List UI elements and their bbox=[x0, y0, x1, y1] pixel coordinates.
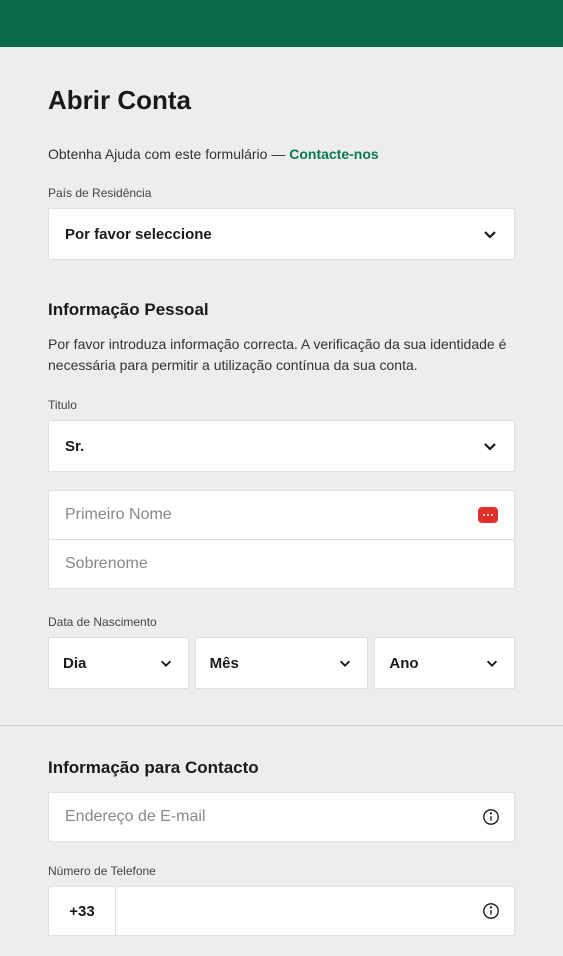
first-name-field-wrapper bbox=[48, 490, 515, 540]
last-name-field-wrapper bbox=[48, 539, 515, 589]
dob-month-value: Mês bbox=[210, 655, 239, 672]
chevron-down-icon bbox=[484, 655, 500, 671]
title-select-value: Sr. bbox=[65, 438, 84, 455]
contact-info-heading: Informação para Contacto bbox=[48, 758, 515, 778]
last-name-input[interactable] bbox=[65, 540, 498, 588]
title-select[interactable]: Sr. bbox=[48, 420, 515, 472]
info-icon[interactable] bbox=[482, 902, 500, 920]
contact-us-link[interactable]: Contacte-nos bbox=[289, 146, 378, 162]
top-header-bar bbox=[0, 0, 563, 47]
dob-label: Data de Nascimento bbox=[48, 615, 515, 629]
dob-year-select[interactable]: Ano bbox=[374, 637, 515, 689]
chevron-down-icon bbox=[337, 655, 353, 671]
phone-country-code[interactable]: +33 bbox=[48, 886, 116, 936]
password-manager-icon[interactable] bbox=[478, 507, 498, 523]
phone-field-wrapper bbox=[116, 886, 515, 936]
chevron-down-icon bbox=[158, 655, 174, 671]
email-field-wrapper bbox=[48, 792, 515, 842]
phone-label: Número de Telefone bbox=[48, 864, 515, 878]
help-text: Obtenha Ajuda com este formulário — Cont… bbox=[48, 146, 515, 162]
country-select[interactable]: Por favor seleccione bbox=[48, 208, 515, 260]
section-divider bbox=[0, 725, 563, 726]
dob-year-value: Ano bbox=[389, 655, 418, 672]
help-prefix: Obtenha Ajuda com este formulário — bbox=[48, 146, 289, 162]
dob-month-select[interactable]: Mês bbox=[195, 637, 369, 689]
chevron-down-icon bbox=[482, 438, 498, 454]
country-select-value: Por favor seleccione bbox=[65, 226, 212, 243]
personal-info-desc: Por favor introduza informação correcta.… bbox=[48, 334, 515, 376]
info-icon[interactable] bbox=[482, 808, 500, 826]
chevron-down-icon bbox=[482, 226, 498, 242]
title-label: Titulo bbox=[48, 398, 515, 412]
email-input[interactable] bbox=[65, 793, 482, 841]
first-name-input[interactable] bbox=[65, 491, 478, 539]
dob-day-value: Dia bbox=[63, 655, 86, 672]
personal-info-heading: Informação Pessoal bbox=[48, 300, 515, 320]
phone-input[interactable] bbox=[132, 887, 482, 935]
country-label: País de Residência bbox=[48, 186, 515, 200]
page-title: Abrir Conta bbox=[48, 85, 515, 116]
dob-day-select[interactable]: Dia bbox=[48, 637, 189, 689]
